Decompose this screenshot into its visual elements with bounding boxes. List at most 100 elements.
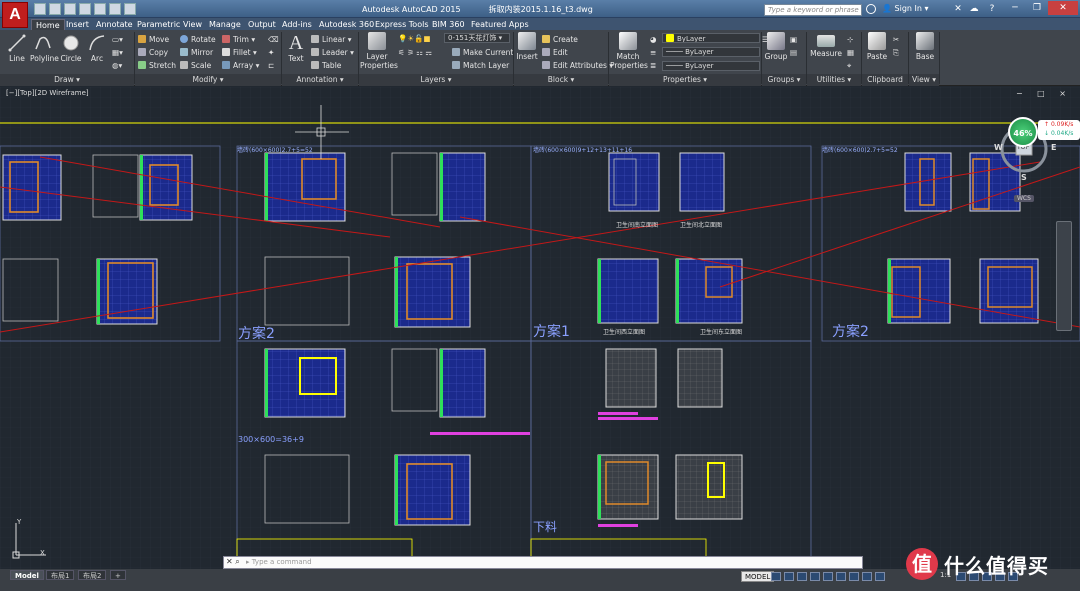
save-icon[interactable] xyxy=(64,3,76,15)
rotate-button[interactable]: Rotate xyxy=(180,35,216,44)
wcs-menu[interactable]: WCS xyxy=(1014,195,1034,202)
restore-button[interactable]: ❐ xyxy=(1026,1,1048,15)
tab-model[interactable]: Model xyxy=(10,570,44,580)
exchange-icon[interactable]: ✕ xyxy=(952,3,964,15)
color-dropdown[interactable]: ByLayer xyxy=(662,33,760,43)
navigation-bar[interactable] xyxy=(1056,221,1072,331)
saveas-icon[interactable] xyxy=(79,3,91,15)
autoscale-icon[interactable] xyxy=(875,572,885,581)
quick-select-icon[interactable]: ⊹ xyxy=(847,35,853,44)
tab-bim-360[interactable]: BIM 360 xyxy=(432,19,465,30)
modify-panel-title[interactable]: Modify ▾ xyxy=(135,74,281,86)
command-close-icon[interactable]: ✕ ⌕ xyxy=(226,557,240,567)
copy-clip-icon[interactable]: ⎘ xyxy=(893,48,899,58)
lineweight-toggle-icon[interactable] xyxy=(849,572,859,581)
new-icon[interactable] xyxy=(34,3,46,15)
match-layer-button[interactable]: Match Layer xyxy=(452,61,509,70)
search-icon[interactable] xyxy=(866,4,876,14)
array-button[interactable]: Array ▾ xyxy=(222,61,259,70)
make-current-button[interactable]: Make Current xyxy=(452,48,513,57)
insert-block-button[interactable]: Insert xyxy=(515,32,539,61)
tab-parametric[interactable]: Parametric xyxy=(137,19,180,30)
tab-addins[interactable]: Add-ins xyxy=(282,19,312,30)
linear-dim-button[interactable]: Linear ▾ xyxy=(311,35,351,44)
line-button[interactable]: Line xyxy=(6,34,28,63)
layer-state-icons[interactable]: 💡☀🔓■ xyxy=(398,34,431,43)
base-view-button[interactable]: Base xyxy=(912,32,938,61)
layer-tools-icons[interactable]: ⚟ ⚞ ⚏ ⚎ xyxy=(398,48,432,57)
tab-insert[interactable]: Insert xyxy=(66,19,89,30)
plot-icon[interactable] xyxy=(94,3,106,15)
undo-icon[interactable] xyxy=(109,3,121,15)
tab-annotate[interactable]: Annotate xyxy=(96,19,133,30)
sign-in-button[interactable]: 👤 Sign In ▾ xyxy=(882,4,929,13)
annotation-panel-title[interactable]: Annotation ▾ xyxy=(282,74,358,86)
help-icon[interactable]: ? xyxy=(986,3,998,15)
trim-button[interactable]: Trim ▾ xyxy=(222,35,255,44)
polar-toggle-icon[interactable] xyxy=(810,572,820,581)
tab-output[interactable]: Output xyxy=(248,19,276,30)
properties-panel-title[interactable]: Properties ▾ xyxy=(609,74,761,86)
id-point-icon[interactable]: ⌖ xyxy=(847,61,851,71)
snap-toggle-icon[interactable] xyxy=(784,572,794,581)
copy-button[interactable]: Copy xyxy=(138,48,168,57)
draw-panel-title[interactable]: Draw ▾ xyxy=(0,74,134,86)
tab-featured-apps[interactable]: Featured Apps xyxy=(471,19,529,30)
move-button[interactable]: Move xyxy=(138,35,169,44)
calculator-icon[interactable]: ▦ xyxy=(847,48,854,57)
tab-home[interactable]: Home xyxy=(31,19,65,30)
search-input[interactable]: Type a keyword or phrase xyxy=(764,4,862,16)
stretch-button[interactable]: Stretch xyxy=(138,61,176,70)
utilities-panel-title[interactable]: Utilities ▾ xyxy=(807,74,861,86)
paste-button[interactable]: Paste xyxy=(864,32,890,61)
scale-button[interactable]: Scale xyxy=(180,61,211,70)
erase-icon[interactable]: ⌫ xyxy=(268,35,279,44)
application-menu-button[interactable]: A xyxy=(2,2,28,28)
drawing-viewport[interactable]: 墙砖(600×600)2.7+5=52 墙砖(600×600)9+12+13+1… xyxy=(0,87,1080,569)
block-panel-title[interactable]: Block ▾ xyxy=(514,74,608,86)
group-button[interactable]: Group xyxy=(764,32,788,61)
command-line[interactable]: ✕ ⌕ ▸ Type a command xyxy=(223,556,863,569)
linetype-dropdown[interactable]: ──── ByLayer xyxy=(662,47,760,57)
hatch-icon[interactable]: ▦▾ xyxy=(112,48,123,57)
annotation-visibility-icon[interactable] xyxy=(862,572,872,581)
measure-button[interactable]: Measure xyxy=(808,32,844,58)
viewport-controls-label[interactable]: [−][Top][2D Wireframe] xyxy=(6,89,89,97)
autodesk-360-icon[interactable]: ☁ xyxy=(968,3,980,15)
network-monitor-badge[interactable]: 46% xyxy=(1008,117,1038,147)
osnap-toggle-icon[interactable] xyxy=(823,572,833,581)
clipboard-panel-title[interactable]: Clipboard xyxy=(862,74,908,86)
viewport-window-controls[interactable]: − □ × xyxy=(1016,89,1072,98)
tab-view[interactable]: View xyxy=(183,19,202,30)
group-edit-icon[interactable]: ▤ xyxy=(790,48,797,57)
mirror-button[interactable]: Mirror xyxy=(180,48,213,57)
polyline-button[interactable]: Polyline xyxy=(30,34,59,63)
rectangle-icon[interactable]: ▭▾ xyxy=(112,35,123,44)
circle-button[interactable]: Circle xyxy=(60,34,82,63)
lineweight-dropdown[interactable]: ──── ByLayer xyxy=(662,61,760,71)
open-icon[interactable] xyxy=(49,3,61,15)
create-block-button[interactable]: Create xyxy=(542,35,578,44)
grid-toggle-icon[interactable] xyxy=(771,572,781,581)
tab-express-tools[interactable]: Express Tools xyxy=(375,19,429,30)
otrack-toggle-icon[interactable] xyxy=(836,572,846,581)
viewcube-south[interactable]: S xyxy=(1021,173,1027,182)
groups-panel-title[interactable]: Groups ▾ xyxy=(762,74,806,86)
tab-layout1[interactable]: 布局1 xyxy=(46,570,75,580)
tab-autodesk-360[interactable]: Autodesk 360 xyxy=(319,19,374,30)
command-input[interactable]: ▸ Type a command xyxy=(246,558,312,566)
match-properties-button[interactable]: Match Properties xyxy=(610,32,648,70)
minimize-button[interactable]: ─ xyxy=(1004,1,1026,15)
redo-icon[interactable] xyxy=(124,3,136,15)
table-button[interactable]: Table xyxy=(311,61,341,70)
gradient-icon[interactable]: ◍▾ xyxy=(112,61,122,70)
view-panel-title[interactable]: View ▾ xyxy=(909,74,939,86)
ungroup-icon[interactable]: ▣ xyxy=(790,35,797,44)
layers-panel-title[interactable]: Layers ▾ xyxy=(359,74,513,86)
model-space-toggle[interactable]: MODEL xyxy=(741,571,775,582)
leader-button[interactable]: Leader ▾ xyxy=(311,48,354,57)
viewcube-east[interactable]: E xyxy=(1051,143,1056,152)
explode-icon[interactable]: ✦ xyxy=(268,48,274,57)
close-button[interactable]: ✕ xyxy=(1048,1,1078,15)
cut-icon[interactable]: ✂ xyxy=(893,35,899,44)
